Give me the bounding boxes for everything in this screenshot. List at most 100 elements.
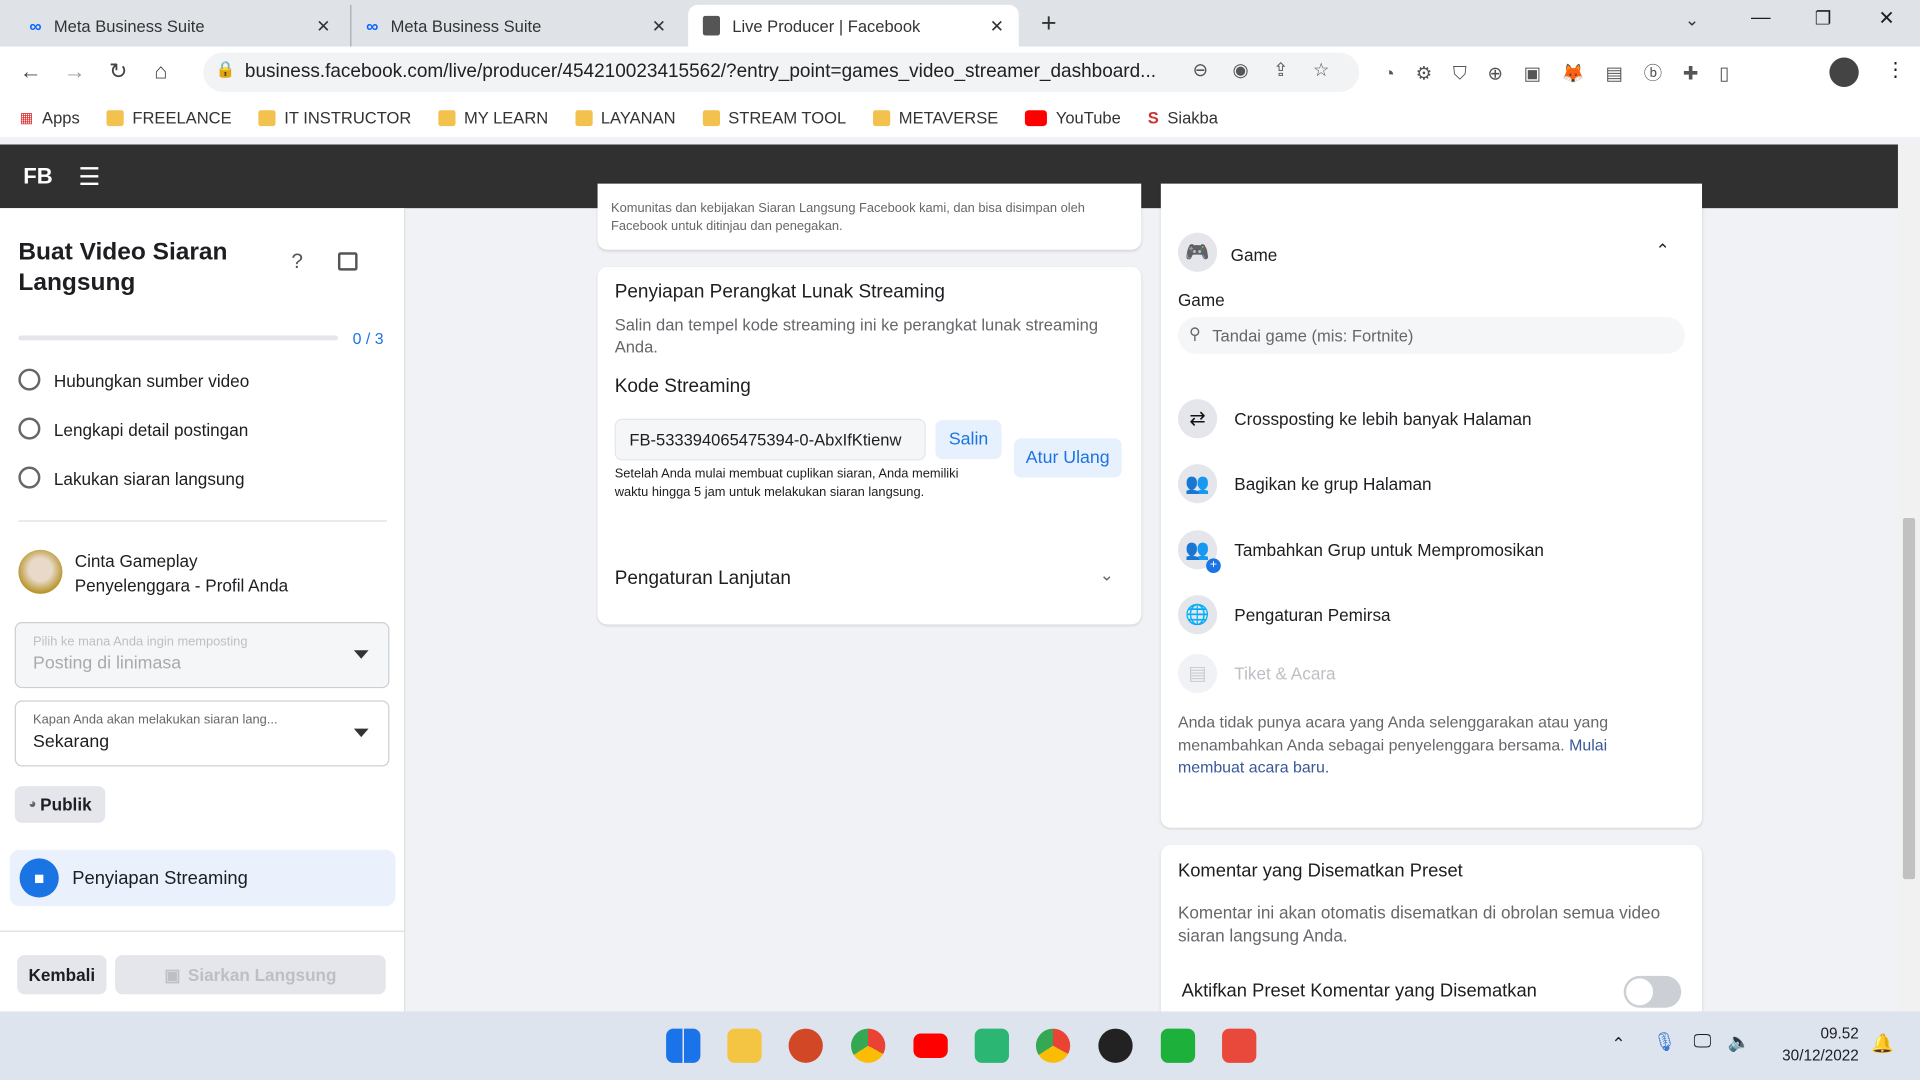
microphone-icon[interactable]: 🎙	[1653, 1031, 1676, 1053]
page-title: Buat Video Siaran Langsung	[18, 238, 228, 297]
page-icon	[702, 15, 721, 36]
tab-meta-business-suite-1[interactable]: ∞ Meta Business Suite ✕	[15, 5, 346, 47]
minimize-icon[interactable]: —	[1751, 7, 1771, 29]
chrome-icon[interactable]	[851, 1028, 886, 1063]
folder-icon	[438, 109, 456, 126]
scrollbar-thumb[interactable]	[1902, 517, 1916, 880]
clock-date[interactable]: 30/12/2022	[1763, 1047, 1859, 1064]
bookmark-folder[interactable]: LAYANAN	[575, 108, 676, 127]
close-tab-icon[interactable]: ✕	[316, 15, 330, 36]
network-icon[interactable]: 🖵	[1693, 1031, 1711, 1052]
address-bar[interactable]: 🔒 business.facebook.com/live/producer/45…	[203, 52, 1360, 92]
app-icon[interactable]	[974, 1028, 1009, 1063]
globe-icon: 🌐	[1177, 595, 1218, 635]
events-empty-text: Anda tidak punya acara yang Anda selengg…	[1177, 712, 1609, 777]
scrollbar[interactable]	[1897, 144, 1920, 1012]
schedule-select[interactable]: Kapan Anda akan melakukan siaran lang...…	[14, 700, 390, 767]
folder-icon	[575, 109, 593, 126]
bookmark-folder[interactable]: METAVERSE	[873, 108, 998, 127]
camtasia-icon[interactable]	[1160, 1028, 1196, 1063]
step-radio[interactable]	[18, 368, 41, 391]
menu-icon[interactable]: ⋮	[1886, 58, 1906, 82]
reload-icon[interactable]: ↻	[109, 59, 127, 85]
post-destination-select[interactable]: Pilih ke mana Anda ingin memposting Post…	[14, 622, 390, 689]
notification-icon[interactable]: 🔔	[1871, 1032, 1894, 1054]
video-camera-icon: ▣	[164, 964, 181, 984]
group-icon: 👥	[1177, 464, 1218, 504]
youtube-icon	[1025, 109, 1048, 126]
bookmark-folder[interactable]: STREAM TOOL	[702, 108, 846, 127]
add-promote-group-item[interactable]: 👥 + Tambahkan Grup untuk Mempromosikan	[1177, 530, 1544, 574]
crossposting-item[interactable]: ⇄ Crossposting ke lebih banyak Halaman	[1177, 399, 1532, 439]
policy-card: Komunitas dan kebijakan Siaran Langsung …	[597, 183, 1142, 250]
extension-icons[interactable]: ◔⚙⛉⊕▣🦊▤ⓑ✚▯	[1384, 60, 1750, 86]
bookmark-folder[interactable]: FREELANCE	[106, 108, 232, 127]
lock-icon: 🔒	[215, 60, 236, 79]
bookmark-folder[interactable]: MY LEARN	[438, 108, 548, 127]
game-section-header[interactable]: 🎮 Game ⌃	[1161, 230, 1702, 279]
profile-avatar[interactable]	[1829, 57, 1859, 87]
bookmarks-bar: ▦ Apps FREELANCE IT INSTRUCTOR MY LEARN L…	[0, 97, 1920, 138]
panel-toggle-icon[interactable]	[337, 252, 358, 271]
pinned-comment-toggle[interactable]	[1623, 975, 1682, 1008]
bookmark-siakba[interactable]: S Siakba	[1148, 108, 1218, 126]
reset-button[interactable]: Atur Ulang	[1013, 438, 1122, 478]
copy-button[interactable]: Salin	[935, 420, 1002, 460]
volume-icon[interactable]: 🔈	[1728, 1031, 1751, 1053]
close-window-icon[interactable]: ✕	[1878, 6, 1894, 30]
group-add-icon: 👥 +	[1177, 530, 1221, 574]
chrome-profile-icon[interactable]	[1035, 1028, 1071, 1063]
video-camera-icon: ■	[19, 858, 59, 898]
share-to-groups-item[interactable]: 👥 Bagikan ke grup Halaman	[1177, 464, 1432, 504]
taskbar: ⌃ 🎙 🖵 🔈 09.52 30/12/2022 🔔	[0, 1011, 1920, 1080]
right-settings-card: 🎮 Game ⌃ Game ⚲ Tandai game (mis: Fortni…	[1160, 183, 1703, 828]
step-label: Lakukan siaran langsung	[53, 468, 245, 489]
go-live-button[interactable]: ▣ Siarkan Langsung	[115, 955, 386, 995]
restore-icon[interactable]: ❐	[1815, 7, 1831, 30]
profile-role: Penyelenggara - Profil Anda	[74, 575, 289, 596]
section-title: Penyiapan Perangkat Lunak Streaming	[614, 281, 945, 303]
step-radio[interactable]	[18, 466, 41, 489]
sidebar-item-streaming-setup[interactable]: ■ Penyiapan Streaming	[9, 849, 396, 907]
forward-icon[interactable]: →	[64, 59, 86, 85]
close-tab-icon[interactable]: ✕	[990, 15, 1004, 36]
tab-search-icon[interactable]: ⌄	[1685, 10, 1699, 31]
file-explorer-icon[interactable]	[727, 1028, 762, 1063]
new-tab-icon[interactable]: +	[1041, 7, 1057, 39]
tab-meta-business-suite-2[interactable]: ∞ Meta Business Suite ✕	[350, 4, 681, 47]
bookmark-folder[interactable]: IT INSTRUCTOR	[258, 108, 411, 127]
fb-logo[interactable]: FB	[23, 164, 52, 190]
powerpoint-icon[interactable]	[788, 1028, 823, 1063]
recorder-icon[interactable]	[1222, 1028, 1257, 1063]
search-icon: ⚲	[1188, 324, 1201, 343]
close-tab-icon[interactable]: ✕	[652, 15, 666, 36]
bookmark-youtube[interactable]: YouTube	[1025, 108, 1121, 127]
audience-settings-item[interactable]: 🌐 Pengaturan Pemirsa	[1177, 595, 1391, 635]
crosspost-arrows-icon: ⇄	[1177, 399, 1218, 439]
chevron-down-icon	[353, 650, 369, 659]
folder-icon	[702, 109, 720, 126]
privacy-button[interactable]: ◕ Publik	[14, 786, 106, 823]
progress-label: 0 / 3	[352, 329, 384, 348]
obs-icon[interactable]	[1098, 1028, 1133, 1063]
chevron-up-icon[interactable]: ⌃	[1611, 1033, 1625, 1054]
step-label: Hubungkan sumber video	[53, 371, 250, 391]
game-search-input[interactable]: ⚲ Tandai game (mis: Fortnite)	[1177, 317, 1685, 354]
stream-key-title: Kode Streaming	[614, 375, 751, 397]
help-icon[interactable]: ?	[291, 250, 303, 274]
windows-start-icon[interactable]	[666, 1028, 701, 1063]
back-icon[interactable]: ←	[20, 59, 42, 85]
tab-live-producer[interactable]: Live Producer | Facebook ✕	[688, 4, 1019, 47]
omnibox-actions-icon[interactable]: ⊖◉⇪☆	[1193, 59, 1354, 81]
advanced-settings-toggle[interactable]: Pengaturan Lanjutan ⌄	[598, 542, 1142, 615]
meta-icon: ∞	[29, 15, 42, 36]
clock-time[interactable]: 09.52	[1807, 1025, 1858, 1042]
home-icon[interactable]: ⌂	[154, 59, 167, 85]
hamburger-menu-icon[interactable]: ☰	[78, 162, 100, 193]
step-radio[interactable]	[18, 417, 41, 440]
bookmark-apps[interactable]: ▦ Apps	[20, 108, 80, 126]
tickets-events-item[interactable]: ▤ Tiket & Acara	[1177, 653, 1336, 694]
back-button[interactable]: Kembali	[17, 955, 107, 995]
stream-key-field[interactable]: FB-533394065475394-0-AbxIfKtienw	[614, 418, 926, 461]
youtube-icon[interactable]	[913, 1033, 948, 1058]
